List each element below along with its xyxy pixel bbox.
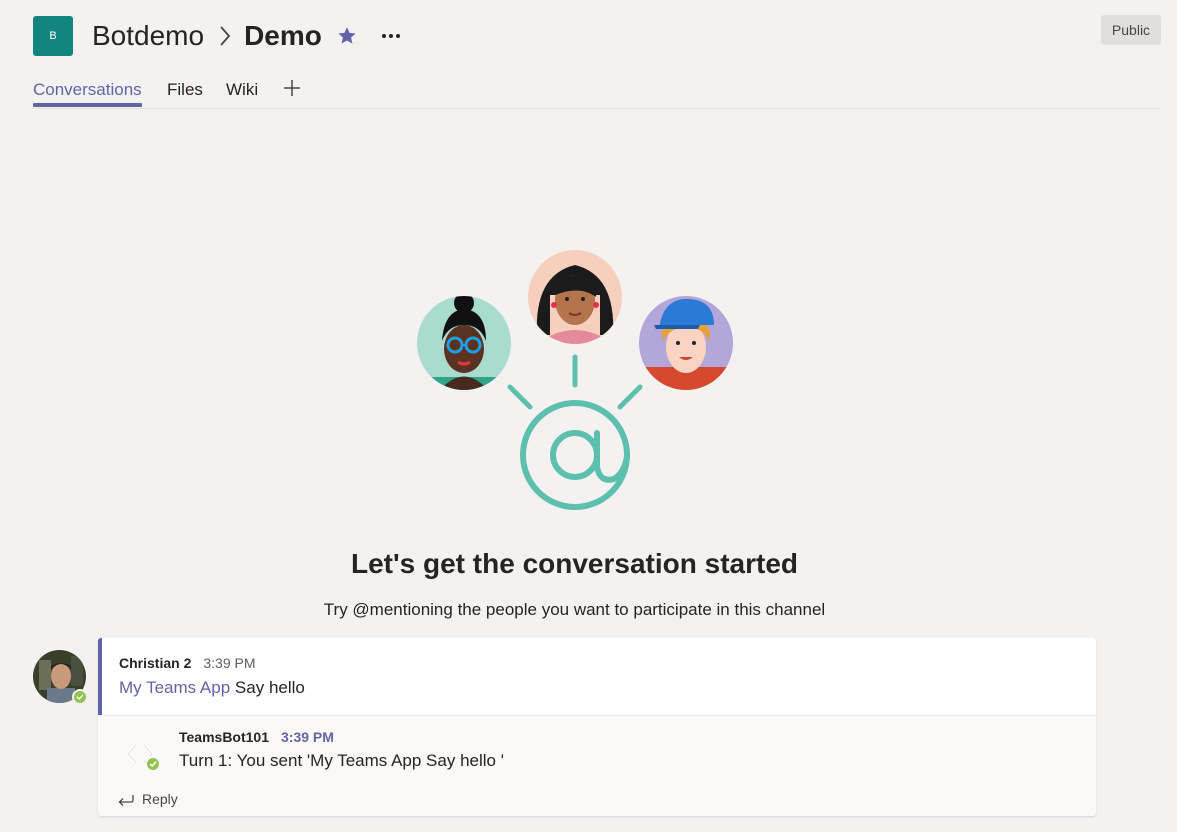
visibility-badge: Public	[1101, 15, 1161, 45]
presence-available-icon	[72, 689, 88, 705]
at-mention-icon	[520, 400, 630, 510]
breadcrumb: Botdemo Demo	[92, 16, 402, 56]
empty-state-title: Let's get the conversation started	[351, 548, 798, 579]
message-mention[interactable]: My Teams App	[119, 678, 230, 697]
reply-author[interactable]: TeamsBot101	[179, 729, 269, 745]
reply-thread: TeamsBot101 3:39 PM Turn 1: You sent 'My…	[98, 715, 1096, 816]
empty-state-illustration	[410, 245, 740, 515]
team-name[interactable]: Botdemo	[92, 20, 204, 52]
message-header: Christian 2 3:39 PM	[119, 655, 256, 671]
more-icon[interactable]	[380, 25, 402, 47]
reply-button-label: Reply	[142, 791, 178, 807]
reply-header: TeamsBot101 3:39 PM	[179, 729, 334, 745]
team-avatar[interactable]: B	[33, 16, 73, 56]
message-card: Christian 2 3:39 PM My Teams App Say hel…	[98, 638, 1096, 816]
person-right-avatar	[639, 296, 733, 390]
avatar[interactable]	[33, 650, 88, 705]
channel-name: Demo	[244, 20, 322, 51]
reply-arrow-icon	[118, 795, 134, 806]
empty-state-subtitle: Try @mentioning the people you want to p…	[323, 600, 826, 619]
person-left-avatar	[417, 296, 511, 390]
reply-body: Turn 1: You sent 'My Teams App Say hello…	[179, 751, 504, 770]
reply-button[interactable]: Reply	[118, 791, 178, 807]
tab-conversations[interactable]: Conversations	[33, 80, 142, 107]
team-initial: B	[49, 30, 57, 42]
message-body: My Teams App Say hello	[119, 678, 305, 698]
channel-tabs: Conversations Files Wiki	[33, 72, 1161, 109]
add-tab-icon[interactable]	[282, 78, 302, 98]
chevron-right-icon	[218, 16, 234, 56]
star-icon[interactable]	[336, 25, 358, 47]
message-time: 3:39 PM	[203, 655, 256, 671]
tab-wiki[interactable]: Wiki	[226, 80, 258, 100]
message-accent-bar	[98, 638, 102, 715]
tab-files[interactable]: Files	[167, 80, 203, 100]
message-author[interactable]: Christian 2	[119, 655, 191, 671]
reply-time: 3:39 PM	[281, 729, 334, 745]
message-text: Say hello	[234, 678, 305, 697]
check-icon	[145, 756, 161, 772]
person-center-avatar	[528, 250, 622, 344]
